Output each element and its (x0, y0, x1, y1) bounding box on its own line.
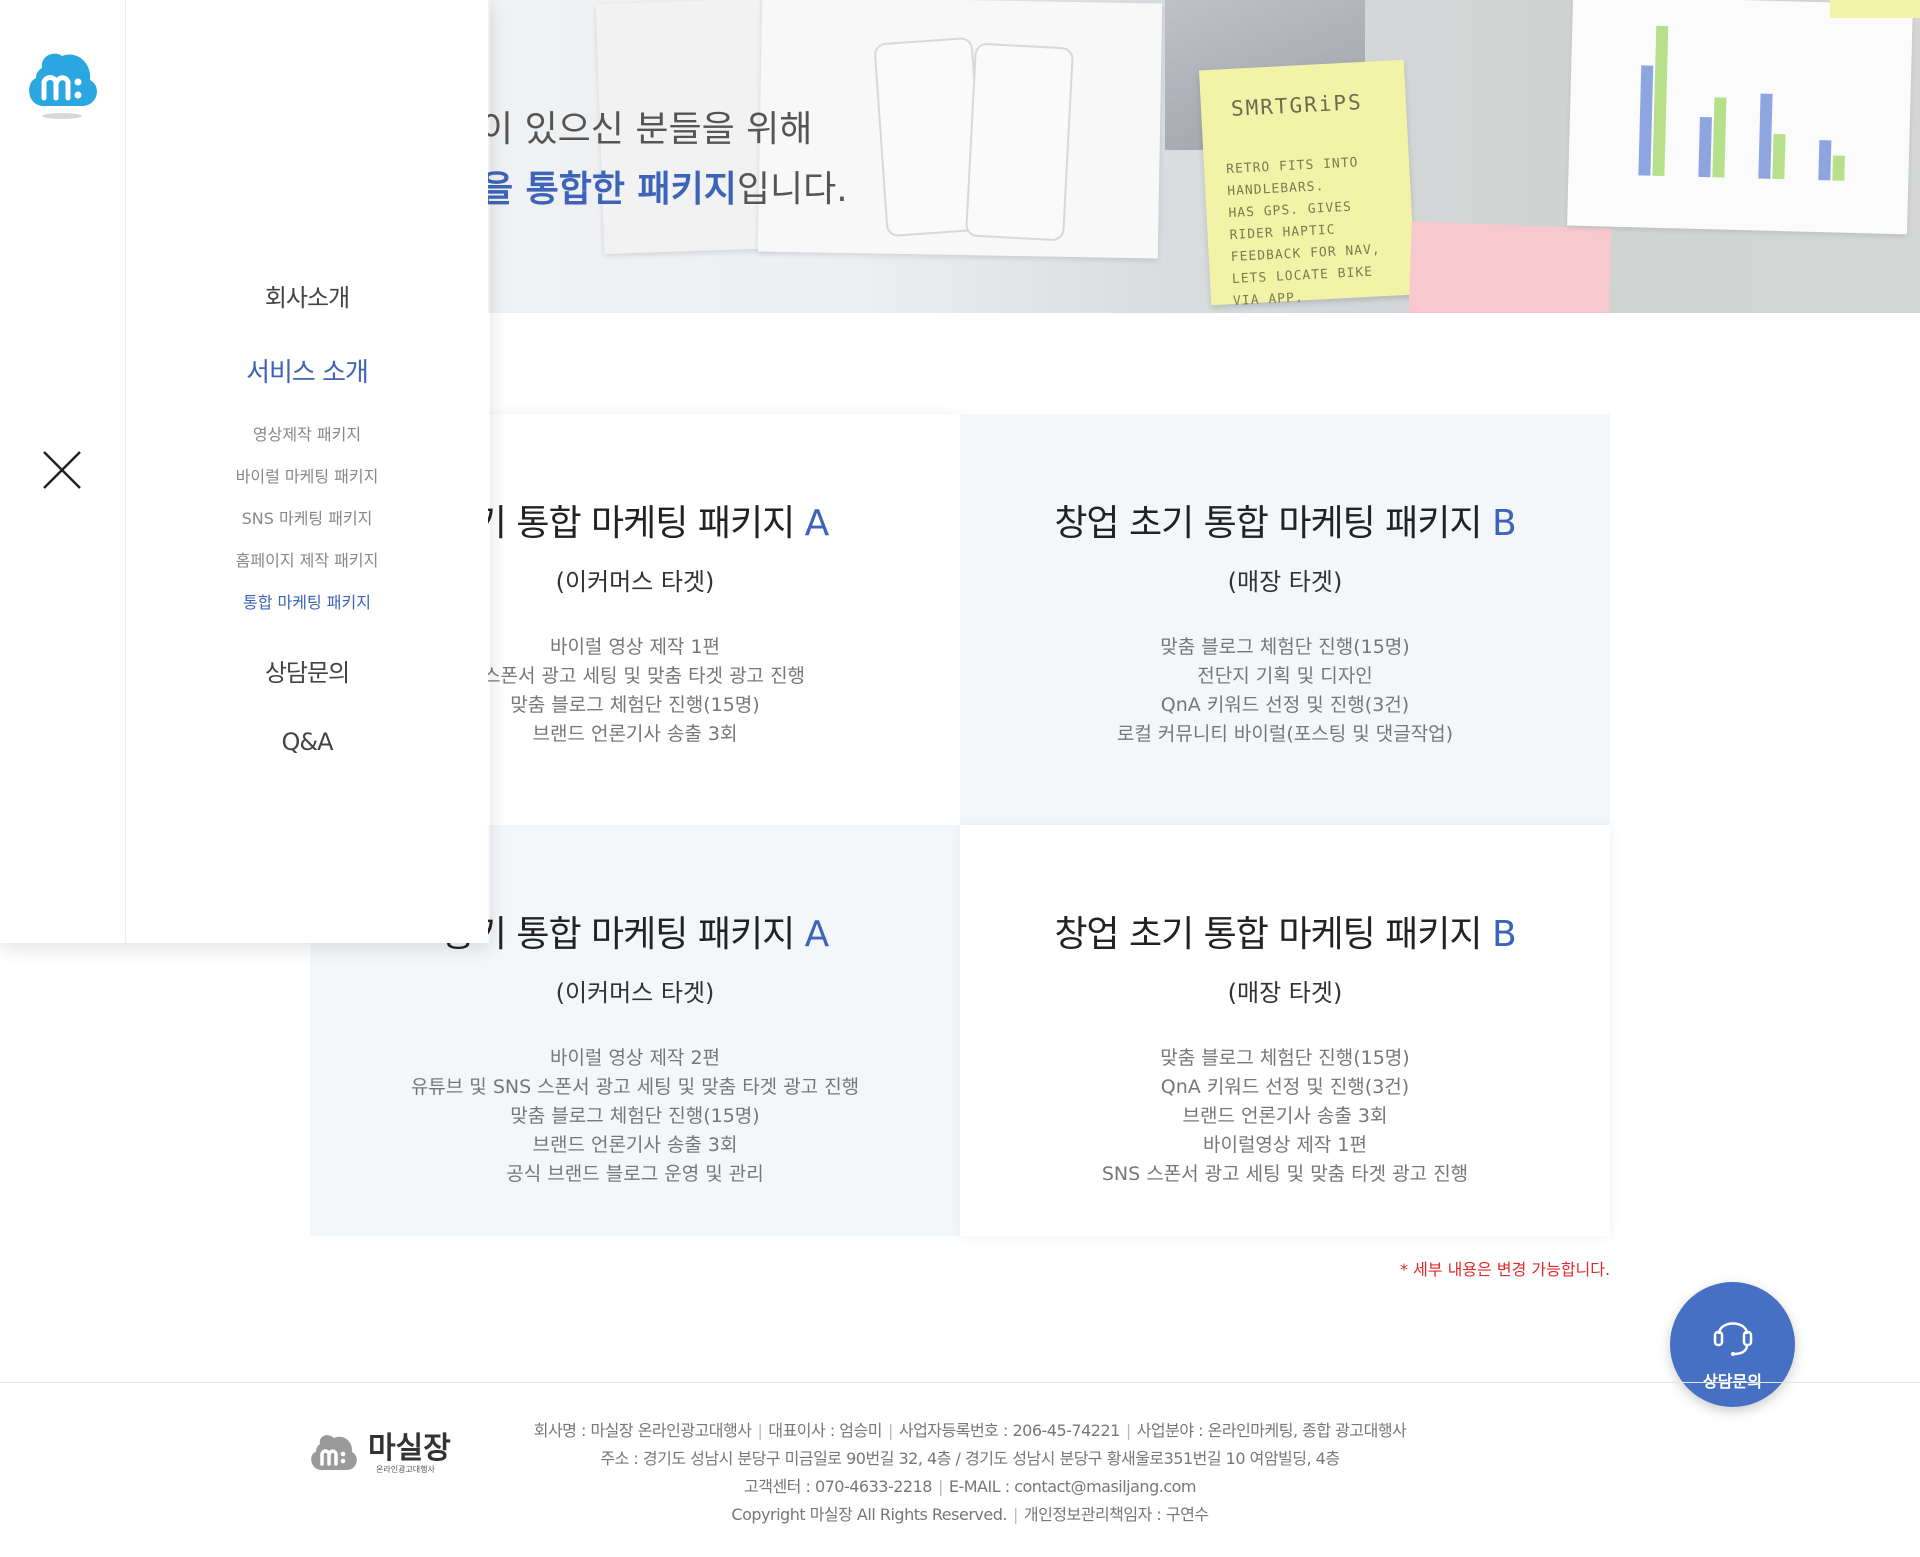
submenu-item-video[interactable]: 영상제작 패키지 (126, 421, 488, 445)
hero-headline-2: 을 통합한 패키지입니다. (480, 160, 848, 212)
list-item: 공식 브랜드 블로그 운영 및 관리 (506, 1163, 764, 1185)
hero-highlight: 을 통합한 패키지 (480, 169, 737, 210)
hero-headline-rest: 입니다. (736, 169, 848, 210)
list-item: 브랜드 언론기사 송출 3회 (1182, 1105, 1388, 1127)
footer-info: 회사명 : 마실장 온라인광고대행사 | 대표이사 : 엄승미 | 사업자등록번호 : … (470, 1417, 1470, 1529)
footer-divider (0, 1382, 1920, 1383)
list-item: 맞춤 블로그 체험단 진행(15명) (1160, 1047, 1410, 1069)
footer-logo-text: 마실장 (368, 1431, 451, 1466)
submenu-item-viral[interactable]: 바이럴 마케팅 패키지 (126, 463, 488, 487)
list-item: 맞춤 블로그 체험단 진행(15명) (1160, 636, 1410, 658)
footer-line-3: 고객센터 : 070-4633-2218 | E-MAIL : contact@ma… (744, 1477, 1197, 1496)
consult-button-label: 상담문의 (1703, 1372, 1762, 1391)
sticky-text: RETRO FITS INTO HANDLEBARS. HAS GPS. GIV… (1225, 155, 1382, 310)
package-subtitle: (매장 타겟) (1227, 568, 1343, 596)
package-subtitle: (이커머스 타겟) (555, 979, 715, 1007)
list-item: QnA 키워드 선정 및 진행(3건) (1160, 694, 1410, 716)
menu-rail (0, 0, 126, 943)
submenu-item-integrated[interactable]: 통합 마케팅 패키지 (126, 589, 488, 613)
consult-floating-button[interactable]: 상담문의 (1670, 1282, 1795, 1407)
hero-sticky-note: SMRTGRiPS RETRO FITS INTO HANDLEBARS. HA… (1198, 59, 1417, 309)
hero-pink-note (1408, 221, 1612, 313)
footer-line-1: 회사명 : 마실장 온라인광고대행사 | 대표이사 : 엄승미 | 사업자등록번호 : … (533, 1421, 1407, 1440)
sticky-title: SMRTGRiPS (1230, 90, 1364, 121)
close-icon[interactable] (40, 448, 84, 492)
side-menu: 회사소개 서비스 소개 영상제작 패키지 바이럴 마케팅 패키지 SNS 마케팅… (126, 0, 488, 943)
list-item: 유튜브 및 SNS 스폰서 광고 세팅 및 맞춤 타겟 광고 진행 (410, 1076, 860, 1098)
submenu-item-homepage[interactable]: 홈페이지 제작 패키지 (126, 547, 488, 571)
menu-item-consult[interactable]: 상담문의 (126, 653, 488, 688)
submenu-item-sns[interactable]: SNS 마케팅 패키지 (126, 505, 488, 529)
menu-item-services[interactable]: 서비스 소개 (126, 352, 488, 389)
headset-icon (1713, 1322, 1753, 1356)
package-title: 창업 초기 통합 마케팅 패키지 B (1054, 914, 1516, 955)
menu-item-qna[interactable]: Q&A (126, 728, 488, 756)
footer-logo-subtext: 온라인광고대행사 (376, 1464, 436, 1474)
package-title: 창업 초기 통합 마케팅 패키지 B (1054, 503, 1516, 544)
list-item: 브랜드 언론기사 송출 3회 (532, 1134, 738, 1156)
package-items: 맞춤 블로그 체험단 진행(15명) 전단지 기획 및 디자인 QnA 키워드 … (960, 633, 1610, 749)
package-items: 바이럴 영상 제작 2편 유튜브 및 SNS 스폰서 광고 세팅 및 맞춤 타겟… (310, 1044, 960, 1189)
hero-headline-1: 이 있으신 분들을 위해 (480, 109, 813, 150)
list-item: 전단지 기획 및 디자인 (1197, 665, 1373, 687)
hero-chart-paper (1567, 0, 1913, 235)
hero-phone-sketch (964, 42, 1075, 242)
list-item: 로컬 커뮤니티 바이럴(포스팅 및 댓글작업) (1116, 723, 1454, 745)
package-subtitle: (매장 타겟) (1227, 979, 1343, 1007)
list-item: QnA 키워드 선정 및 진행(3건) (1160, 1076, 1410, 1098)
change-notice: * 세부 내용은 변경 가능합니다. (1400, 1260, 1611, 1279)
masiljang-logo-icon[interactable] (24, 48, 102, 120)
menu-item-company[interactable]: 회사소개 (126, 278, 488, 313)
list-item: 맞춤 블로그 체험단 진행(15명) (510, 1105, 760, 1127)
list-item: 바이럴 영상 제작 2편 (549, 1047, 721, 1069)
list-item: SNS 스폰서 광고 세팅 및 맞춤 타겟 광고 진행 (1101, 1163, 1469, 1185)
package-card: 창업 초기 통합 마케팅 패키지 B (매장 타겟) 맞춤 블로그 체험단 진행… (960, 414, 1610, 825)
list-item: 바이럴영상 제작 1편 (1202, 1134, 1367, 1156)
package-card: 창업 초기 통합 마케팅 패키지 B (매장 타겟) 맞춤 블로그 체험단 진행… (960, 825, 1610, 1236)
footer-line-4: Copyright 마실장 All Rights Reserved. | 개인정보관… (731, 1505, 1209, 1524)
package-items: 맞춤 블로그 체험단 진행(15명) QnA 키워드 선정 및 진행(3건) 브… (960, 1044, 1610, 1189)
footer-logo: 마실장 온라인광고대행사 (311, 1431, 451, 1474)
footer-email: E-MAIL : contact@masiljang.com (948, 1477, 1197, 1496)
footer-line-2: 주소 : 경기도 성남시 분당구 미금일로 90번길 32, 4층 / 경기도 … (600, 1449, 1340, 1468)
hero-yellow-note (1830, 0, 1920, 18)
